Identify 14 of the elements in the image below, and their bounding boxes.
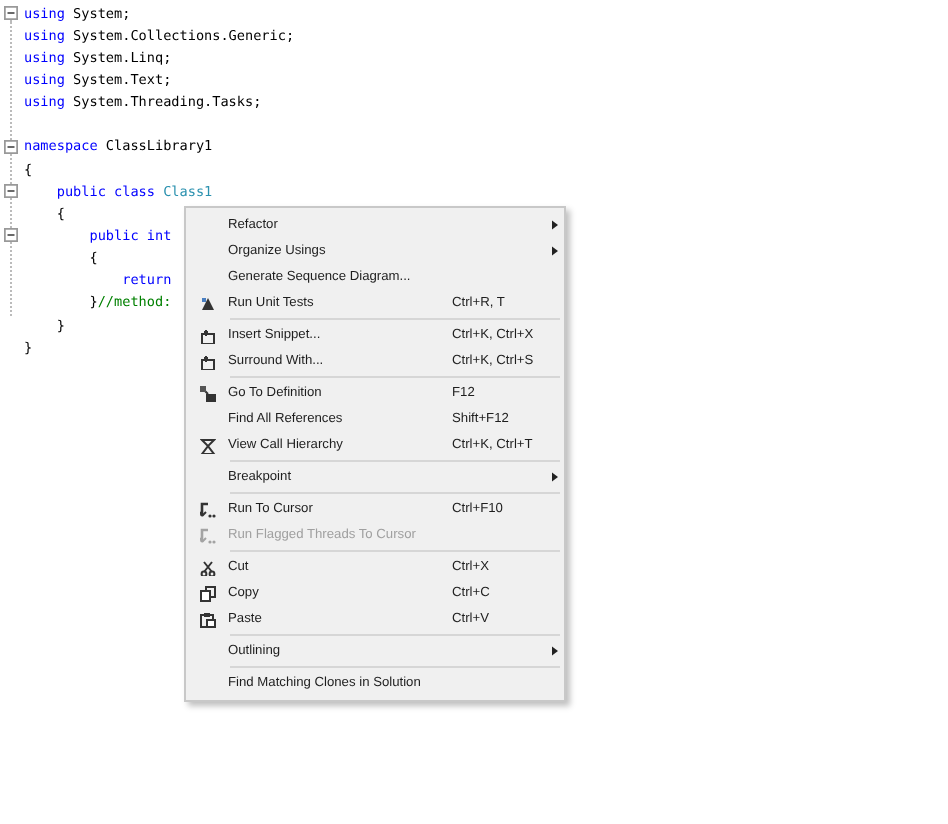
collapse-icon[interactable]: [4, 6, 18, 21]
definition-icon: [199, 385, 215, 401]
copy-icon: [199, 585, 215, 601]
collapse-icon[interactable]: [4, 228, 18, 243]
run-to-cursor-icon: [199, 527, 215, 543]
snippet-icon: [199, 327, 215, 343]
snippet-icon: [199, 353, 215, 369]
run-to-cursor-icon: [199, 501, 215, 517]
cut-icon: [199, 559, 215, 575]
collapse-icon[interactable]: [4, 184, 18, 199]
collapse-icon[interactable]: [4, 139, 18, 154]
flask-icon: [199, 295, 215, 311]
paste-icon: [199, 611, 215, 627]
hierarchy-icon: [199, 437, 215, 453]
